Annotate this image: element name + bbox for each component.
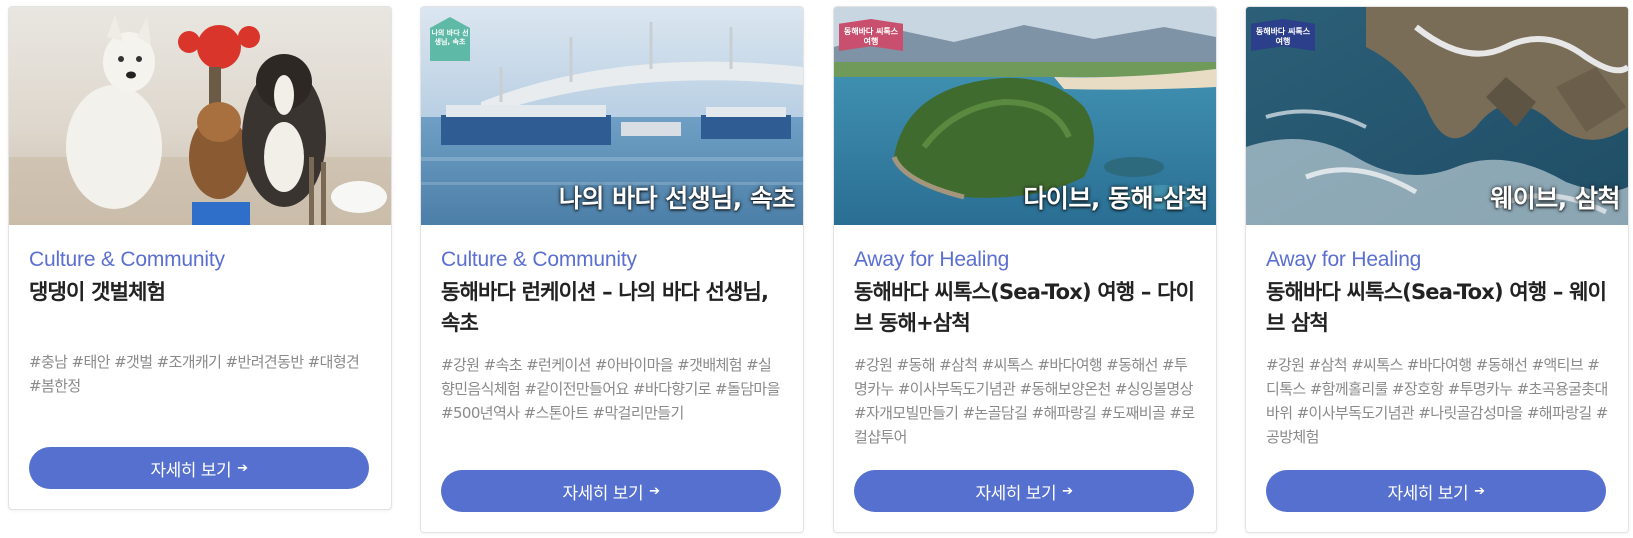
image-overlay-title: 다이브, 동해-삼척 — [1023, 184, 1208, 213]
card-image[interactable]: 동해바다 씨톡스 여행 다이브, 동해-삼척 — [834, 7, 1216, 225]
details-button[interactable]: 자세히 보기 ➔ — [441, 470, 781, 512]
card-tags: #강원 #동해 #삼척 #씨톡스 #바다여행 #동해선 #투명카누 #이사부독도… — [854, 356, 1195, 446]
card-tags: #강원 #속초 #런케이션 #아바이마을 #갯배체험 #실향민음식체험 #같이전… — [441, 356, 780, 422]
card-image[interactable]: 동해바다 씨톡스 여행 웨이브, 삼척 — [1246, 7, 1628, 225]
card-grid: Culture & Community 댕댕이 갯벌체험 #충남 #태안 #갯벌… — [0, 0, 1633, 538]
card-category: Away for Healing — [1266, 248, 1422, 271]
card-tags: #강원 #삼척 #씨톡스 #바다여행 #동해선 #액티브 #디톡스 #함께홀리룰… — [1266, 356, 1608, 446]
details-button[interactable]: 자세히 보기 ➔ — [854, 470, 1194, 512]
card-image[interactable] — [9, 7, 391, 225]
tour-card[interactable]: 동해바다 씨톡스 여행 다이브, 동해-삼척 Away for Healing … — [833, 6, 1217, 533]
details-button-label: 자세히 보기 — [975, 483, 1057, 504]
arrow-right-icon: ➔ — [1062, 483, 1073, 499]
tour-card[interactable]: Culture & Community 댕댕이 갯벌체험 #충남 #태안 #갯벌… — [8, 6, 392, 510]
arrow-right-icon: ➔ — [1474, 483, 1485, 499]
card-image[interactable]: 나의 바다 선생님, 속초 나의 바다 선생님, 속초 — [421, 7, 803, 225]
card-title[interactable]: 댕댕이 갯벌체험 — [29, 277, 371, 308]
card-body: Culture & Community 동해바다 런케이션 – 나의 바다 선생… — [421, 247, 803, 425]
series-badge: 동해바다 씨톡스 여행 — [839, 19, 903, 51]
card-tags: #충남 #태안 #갯벌 #조개캐기 #반려견동반 #대형견 #봄한정 — [29, 353, 360, 395]
image-overlay-title: 웨이브, 삼척 — [1490, 184, 1620, 213]
dogs-photo — [9, 7, 391, 225]
card-category: Culture & Community — [29, 248, 225, 271]
card-title[interactable]: 동해바다 런케이션 – 나의 바다 선생님, 속초 — [441, 277, 783, 339]
details-button-label: 자세히 보기 — [562, 483, 644, 504]
card-title[interactable]: 동해바다 씨톡스(Sea-Tox) 여행 – 다이브 동해+삼척 — [854, 277, 1196, 339]
card-body: Away for Healing 동해바다 씨톡스(Sea-Tox) 여행 – … — [1246, 247, 1628, 449]
details-button[interactable]: 자세히 보기 ➔ — [29, 447, 369, 489]
image-overlay-title: 나의 바다 선생님, 속초 — [558, 184, 796, 213]
details-button[interactable]: 자세히 보기 ➔ — [1266, 470, 1606, 512]
tour-card[interactable]: 나의 바다 선생님, 속초 나의 바다 선생님, 속초 Culture & Co… — [420, 6, 804, 533]
details-button-label: 자세히 보기 — [150, 460, 232, 481]
details-button-label: 자세히 보기 — [1387, 483, 1469, 504]
series-badge: 동해바다 씨톡스 여행 — [1251, 19, 1315, 51]
arrow-right-icon: ➔ — [649, 483, 660, 499]
arrow-right-icon: ➔ — [237, 460, 248, 476]
card-body: Away for Healing 동해바다 씨톡스(Sea-Tox) 여행 – … — [834, 247, 1216, 449]
card-category: Away for Healing — [854, 248, 1010, 271]
card-category: Culture & Community — [441, 248, 637, 271]
card-body: Culture & Community 댕댕이 갯벌체험 #충남 #태안 #갯벌… — [9, 247, 391, 398]
card-title[interactable]: 동해바다 씨톡스(Sea-Tox) 여행 – 웨이브 삼척 — [1266, 277, 1608, 339]
tour-card[interactable]: 동해바다 씨톡스 여행 웨이브, 삼척 Away for Healing 동해바… — [1245, 6, 1629, 533]
